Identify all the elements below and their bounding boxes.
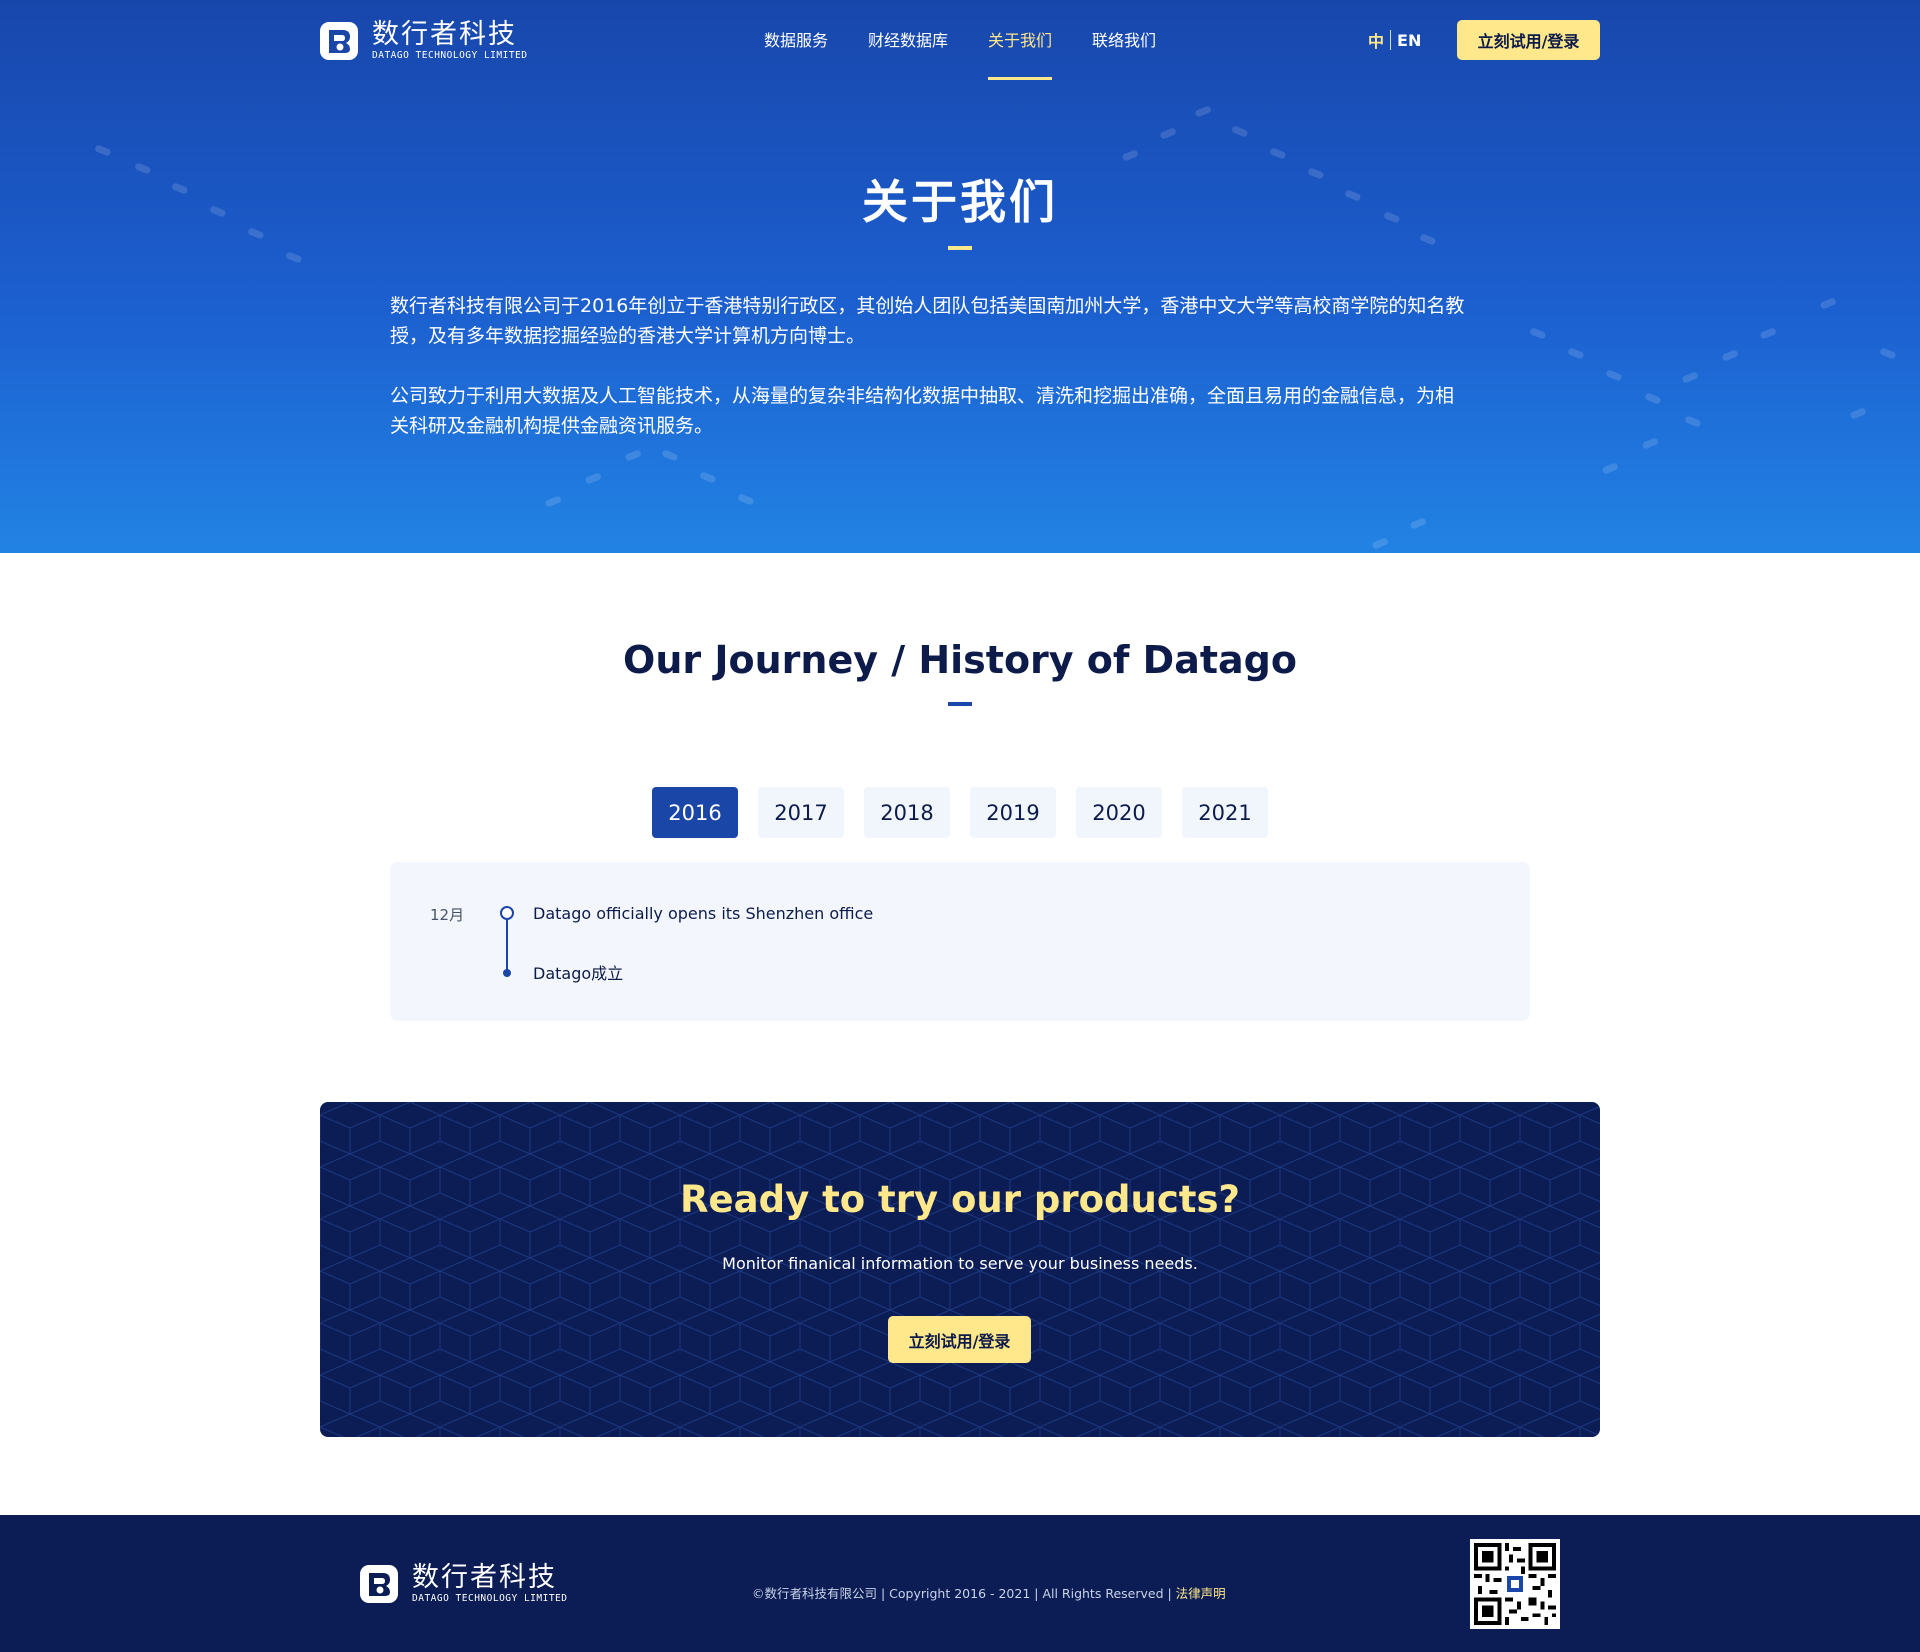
logo-mark-icon (320, 22, 358, 60)
site-header: 数行者科技 DATAGO TECHNOLOGY LIMITED 数据服务 财经数… (0, 0, 1920, 82)
lang-option-en[interactable]: EN (1397, 31, 1421, 50)
footer-logo-chinese-name: 数行者科技 (412, 1562, 557, 1593)
hero-background-pattern (95, 106, 1896, 549)
timeline-node-filled-icon (503, 969, 511, 977)
main-nav: 数据服务 财经数据库 关于我们 联络我们 (764, 0, 1196, 82)
intro-paragraph-2: 公司致力于利用大数据及人工智能技术，从海量的复杂非结构化数据中抽取、清洗和挖掘出… (390, 381, 1530, 441)
intro-paragraph-1-line-2: 授，及有多年数据挖掘经验的香港大学计算机方向博士。 (390, 325, 866, 347)
year-tab-2017[interactable]: 2017 (758, 787, 844, 838)
year-tab-2020[interactable]: 2020 (1076, 787, 1162, 838)
copyright-text: ©数行者科技有限公司 | Copyright 2016 - 2021 | All… (752, 1586, 1176, 1601)
language-switcher: 中 EN (1368, 28, 1421, 52)
nav-item-about-us[interactable]: 关于我们 (988, 0, 1053, 82)
title-underline (948, 246, 972, 250)
page-title: 关于我们 (862, 175, 1058, 229)
year-tab-2021[interactable]: 2021 (1182, 787, 1268, 838)
lang-divider (1390, 30, 1392, 50)
qr-code-icon (1470, 1539, 1560, 1629)
journey-title-underline (948, 702, 972, 706)
timeline-connector (506, 918, 508, 974)
timeline-node-open-icon (500, 906, 514, 920)
year-tabs: 2016 2017 2018 2019 2020 2021 (652, 787, 1288, 838)
year-tab-2016[interactable]: 2016 (652, 787, 738, 838)
intro-paragraph-2-line-2: 关科研及金融机构提供金融资讯服务。 (390, 415, 714, 437)
year-tab-2018[interactable]: 2018 (864, 787, 950, 838)
intro-paragraph-2-line-1: 公司致力于利用大数据及人工智能技术，从海量的复杂非结构化数据中抽取、清洗和挖掘出… (390, 385, 1455, 407)
legal-notice-link[interactable]: 法律声明 (1176, 1586, 1226, 1601)
year-tab-2019[interactable]: 2019 (970, 787, 1056, 838)
site-logo[interactable]: 数行者科技 DATAGO TECHNOLOGY LIMITED (320, 20, 528, 62)
logo-english-name: DATAGO TECHNOLOGY LIMITED (372, 50, 528, 61)
intro-paragraph-1-line-1: 数行者科技有限公司于2016年创立于香港特别行政区，其创始人团队包括美国南加州大… (390, 295, 1465, 317)
nav-item-financial-database[interactable]: 财经数据库 (868, 0, 948, 82)
nav-item-data-services[interactable]: 数据服务 (764, 0, 828, 82)
timeline-panel: 12月 Datago officially opens its Shenzhen… (390, 862, 1530, 1021)
journey-title: Our Journey / History of Datago (623, 638, 1297, 682)
footer-logo-english-name: DATAGO TECHNOLOGY LIMITED (412, 1593, 568, 1604)
timeline-event: Datago成立 (533, 964, 624, 983)
footer-logo[interactable]: 数行者科技 DATAGO TECHNOLOGY LIMITED (360, 1563, 568, 1605)
cta-trial-login-button[interactable]: 立刻试用/登录 (888, 1316, 1031, 1363)
timeline-month: 12月 (430, 906, 465, 924)
cta-subtitle: Monitor finanical information to serve y… (722, 1254, 1198, 1273)
nav-item-contact-us[interactable]: 联络我们 (1092, 0, 1156, 82)
header-trial-login-button[interactable]: 立刻试用/登录 (1457, 20, 1600, 60)
intro-paragraph-1: 数行者科技有限公司于2016年创立于香港特别行政区，其创始人团队包括美国南加州大… (390, 291, 1530, 351)
lang-option-zh[interactable]: 中 (1368, 28, 1384, 52)
cta-banner: Ready to try our products? Monitor finan… (320, 1102, 1600, 1437)
footer-copyright: ©数行者科技有限公司 | Copyright 2016 - 2021 | All… (752, 1583, 1226, 1602)
site-footer: 数行者科技 DATAGO TECHNOLOGY LIMITED ©数行者科技有限… (0, 1515, 1920, 1652)
hero-section: 数行者科技 DATAGO TECHNOLOGY LIMITED 数据服务 财经数… (0, 0, 1920, 553)
logo-chinese-name: 数行者科技 (372, 19, 517, 50)
cta-title: Ready to try our products? (680, 1178, 1240, 1221)
timeline-event: Datago officially opens its Shenzhen off… (533, 904, 874, 923)
footer-logo-mark-icon (360, 1565, 398, 1603)
